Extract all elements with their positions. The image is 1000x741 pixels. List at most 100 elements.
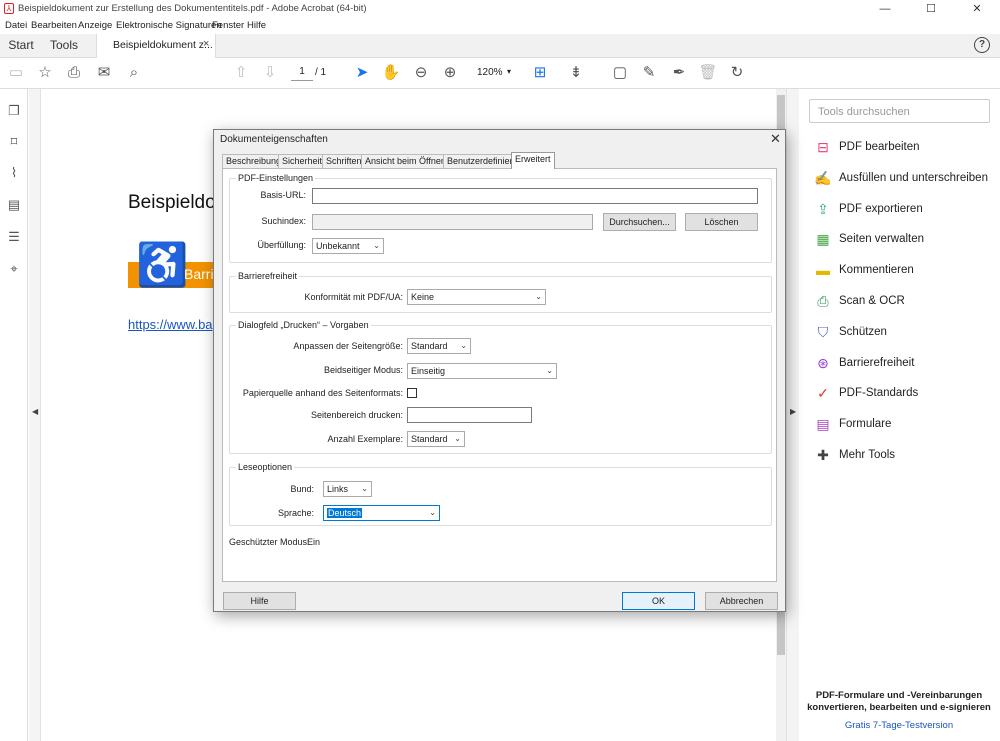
trapping-select[interactable]: Unbekannt ⌄ xyxy=(312,238,384,254)
chevron-down-icon: ⌄ xyxy=(361,484,368,493)
base-url-input[interactable] xyxy=(312,188,758,204)
dialog-title: Dokumenteigenschaften xyxy=(220,134,328,145)
left-navigation-rail: ❐ ⌑ ⌇ ▤ ☰ ⌖ xyxy=(0,89,28,741)
tool-item-label: Kommentieren xyxy=(839,264,914,277)
right-panel-toggle[interactable]: ▶ xyxy=(786,89,799,741)
zoom-level[interactable]: 120% xyxy=(477,67,503,78)
menu-anzeige[interactable]: Anzeige xyxy=(78,20,112,31)
menu-hilfe[interactable]: Hilfe xyxy=(247,20,266,31)
content-icon[interactable]: ☰ xyxy=(6,229,22,245)
delete-button[interactable]: Löschen xyxy=(685,213,758,231)
menu-elektronische-signaturen[interactable]: Elektronische Signaturen xyxy=(116,20,222,31)
page-display-icon[interactable]: ⊞ xyxy=(530,63,550,83)
print-icon[interactable]: ⎙ xyxy=(64,63,84,83)
page-scaling-select[interactable]: Standard ⌄ xyxy=(407,338,471,354)
tool-item-label: Scan & OCR xyxy=(839,295,905,307)
language-select[interactable]: Deutsch ⌄ xyxy=(323,505,440,521)
tab-schriften[interactable]: Schriften xyxy=(322,154,366,168)
comment-icon[interactable]: ▢ xyxy=(610,63,630,83)
tab-document[interactable]: Beispieldokument z... × xyxy=(96,34,216,58)
bookmark-star-icon[interactable]: ☆ xyxy=(35,63,55,83)
chevron-down-icon: ⌄ xyxy=(546,366,553,375)
tab-ansicht-beim-oeffnen[interactable]: Ansicht beim Öffnen xyxy=(361,154,450,168)
dialog-close-icon[interactable]: ✕ xyxy=(770,131,781,147)
tab-tools[interactable]: Tools xyxy=(48,34,80,58)
menu-fenster[interactable]: Fenster xyxy=(212,20,244,31)
layers-icon[interactable]: ▤ xyxy=(6,197,22,213)
menu-datei[interactable]: Datei xyxy=(5,20,27,31)
accessibility-icon: ⊛ xyxy=(817,354,829,371)
left-panel-toggle[interactable]: ◀ xyxy=(29,89,41,741)
promo-heading: PDF-Formulare und -Vereinbarungen konver… xyxy=(807,690,991,713)
highlight-icon[interactable]: ✎ xyxy=(639,63,659,83)
previous-page-icon[interactable]: ⇧ xyxy=(231,63,251,83)
document-heading: Beispieldok xyxy=(128,192,226,213)
pdf-settings-group: PDF-Einstellungen Basis-URL: Suchindex: … xyxy=(229,173,772,263)
page-total: / 1 xyxy=(315,67,327,78)
tab-benutzerdefiniert[interactable]: Benutzerdefiniert xyxy=(443,154,520,168)
paper-source-checkbox[interactable] xyxy=(407,388,417,398)
tools-search-input[interactable]: Tools durchsuchen xyxy=(809,99,990,123)
tags-icon[interactable]: ⌖ xyxy=(6,261,22,277)
document-properties-dialog: Dokumenteigenschaften ✕ Beschreibung Sic… xyxy=(213,129,786,612)
minimize-button[interactable]: — xyxy=(862,1,908,17)
tool-item-label: Mehr Tools xyxy=(839,449,896,461)
email-icon[interactable]: ✉ xyxy=(94,63,114,83)
delete-icon[interactable]: 🗑 xyxy=(698,63,718,83)
toolbar: ▭ ☆ ⎙ ✉ ⌕ ⇧ ⇩ 1 / 1 ➤ ✋ ⊖ ⊕ 120% ▾ ⊞ ⇟ ▢… xyxy=(0,58,1000,89)
help-button[interactable]: Hilfe xyxy=(223,592,296,610)
protected-mode-label: Geschützter Modus: xyxy=(229,537,310,547)
next-page-icon[interactable]: ⇩ xyxy=(260,63,280,83)
chevron-down-icon: ⌄ xyxy=(535,292,542,301)
scrolling-mode-icon[interactable]: ⇟ xyxy=(566,63,586,83)
zoom-dropdown-icon[interactable]: ▾ xyxy=(507,67,511,76)
cancel-button[interactable]: Abbrechen xyxy=(705,592,778,610)
select-cursor-icon[interactable]: ➤ xyxy=(352,63,372,83)
export-pdf-icon: ⇪ xyxy=(817,200,829,217)
trapping-label: Überfüllung: xyxy=(257,240,306,250)
save-icon[interactable]: ▭ xyxy=(6,63,26,83)
sign-icon[interactable]: ✒ xyxy=(669,63,689,83)
zoom-in-icon[interactable]: ⊕ xyxy=(440,63,460,83)
print-settings-group: Dialogfeld „Drucken“ – Vorgaben Anpassen… xyxy=(229,320,772,454)
bookmarks-icon[interactable]: ⌑ xyxy=(6,134,22,150)
tool-item-label: Formulare xyxy=(839,418,892,431)
conformance-label: Konformität mit PDF/UA: xyxy=(304,292,403,302)
zoom-out-icon[interactable]: ⊖ xyxy=(411,63,431,83)
dialog-tab-content: PDF-Einstellungen Basis-URL: Suchindex: … xyxy=(222,168,777,582)
browse-button[interactable]: Durchsuchen... xyxy=(603,213,676,231)
page-range-label: Seitenbereich drucken: xyxy=(310,410,403,420)
page-thumbnails-icon[interactable]: ❐ xyxy=(6,103,22,119)
tab-start[interactable]: Start xyxy=(4,34,38,58)
close-tab-icon[interactable]: × xyxy=(203,38,209,50)
copies-label: Anzahl Exemplare: xyxy=(327,434,403,444)
duplex-select[interactable]: Einseitig ⌄ xyxy=(407,363,557,379)
page-number-input[interactable]: 1 xyxy=(291,66,313,81)
hand-tool-icon[interactable]: ✋ xyxy=(381,63,401,83)
ok-button[interactable]: OK xyxy=(622,592,695,610)
document-link[interactable]: https://www.ba xyxy=(128,317,213,332)
rotate-icon[interactable]: ↻ xyxy=(727,63,747,83)
protect-icon: ⛉ xyxy=(817,323,829,340)
attachments-icon[interactable]: ⌇ xyxy=(6,165,22,181)
binding-label: Bund: xyxy=(290,484,314,494)
menu-bearbeiten[interactable]: Bearbeiten xyxy=(31,20,77,31)
maximize-button[interactable]: ☐ xyxy=(908,1,954,17)
tool-item-label: Barrierefreiheit xyxy=(839,356,915,369)
tab-beschreibung[interactable]: Beschreibung xyxy=(222,154,286,168)
conformance-select[interactable]: Keine ⌄ xyxy=(407,289,546,305)
binding-select[interactable]: Links ⌄ xyxy=(323,481,372,497)
tab-erweitert[interactable]: Erweitert xyxy=(511,152,555,169)
duplex-value: Einseitig xyxy=(411,366,446,376)
close-button[interactable]: ✕ xyxy=(954,1,1000,17)
search-icon[interactable]: ⌕ xyxy=(124,63,144,83)
tab-sicherheit[interactable]: Sicherheit xyxy=(278,154,327,168)
help-icon[interactable]: ? xyxy=(974,37,990,53)
organize-pages-icon: ▦ xyxy=(816,231,830,248)
more-tools-icon: ✚ xyxy=(817,447,829,463)
trial-link[interactable]: Gratis 7-Tage-Testversion xyxy=(805,720,993,731)
page-range-input[interactable] xyxy=(407,407,532,423)
protected-mode-value: Ein xyxy=(307,537,321,547)
collapse-right-icon: ▶ xyxy=(790,407,797,416)
copies-select[interactable]: Standard ⌄ xyxy=(407,431,465,447)
